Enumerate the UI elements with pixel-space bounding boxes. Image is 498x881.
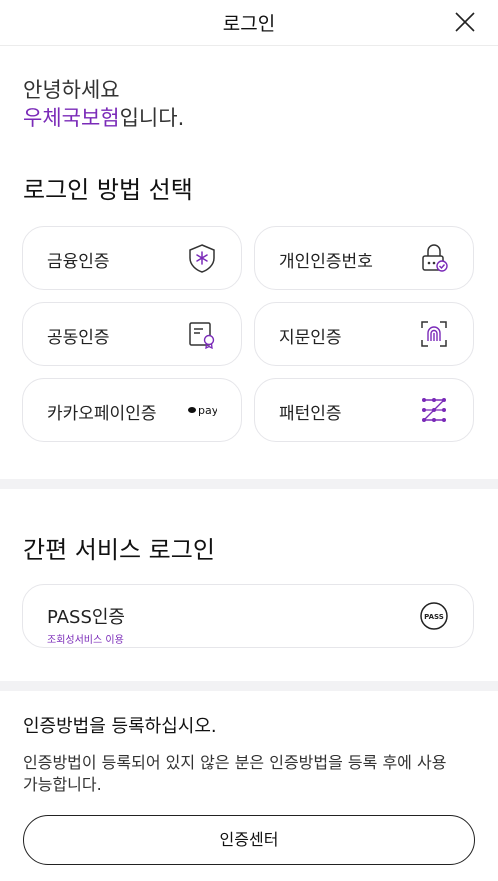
shield-icon <box>187 243 217 273</box>
lock-check-icon <box>419 243 449 273</box>
method-joint-cert[interactable]: 공동인증 <box>22 302 242 366</box>
method-label: 카카오페이인증 <box>47 404 157 424</box>
pass-sub-label: 조회성서비스 이용 <box>47 635 124 646</box>
section-divider <box>0 681 498 691</box>
certificate-icon <box>187 319 217 349</box>
method-label: 패턴인증 <box>279 404 342 424</box>
pass-icon-text: PASS <box>424 613 444 621</box>
greeting-line1: 안녕하세요 <box>23 78 120 102</box>
page-title: 로그인 <box>222 13 276 35</box>
greeting-suffix: 입니다. <box>119 106 185 130</box>
kakaopay-icon: pay <box>187 395 217 425</box>
method-personal-pin[interactable]: 개인인증번호 <box>254 226 474 290</box>
pass-login-button[interactable]: PASS인증 조회성서비스 이용 PASS <box>22 584 474 648</box>
notice-body: 인증방법이 등록되어 있지 않은 분은 인증방법을 등록 후에 사용 가능합니다… <box>23 753 447 794</box>
pass-icon: PASS <box>419 601 449 631</box>
method-label: 공동인증 <box>47 328 110 348</box>
method-fingerprint[interactable]: 지문인증 <box>254 302 474 366</box>
kakaopay-icon-text: pay <box>198 404 217 417</box>
simple-login-title: 간편 서비스 로그인 <box>23 536 215 564</box>
brand-name: 우체국보험 <box>23 106 120 130</box>
method-label: 개인인증번호 <box>279 252 373 272</box>
method-label: 금융인증 <box>47 252 110 272</box>
fingerprint-icon <box>419 319 449 349</box>
method-kakaopay[interactable]: 카카오페이인증 pay <box>22 378 242 442</box>
pattern-icon <box>419 395 449 425</box>
close-icon[interactable] <box>452 9 478 35</box>
pass-label: PASS인증 <box>47 607 125 628</box>
method-label: 지문인증 <box>279 328 342 348</box>
method-pattern[interactable]: 패턴인증 <box>254 378 474 442</box>
method-financial-cert[interactable]: 금융인증 <box>22 226 242 290</box>
greeting-line2: 우체국보험입니다. <box>23 104 184 132</box>
notice-title: 인증방법을 등록하십시오. <box>23 716 217 737</box>
section-divider <box>0 479 498 489</box>
header-bar: 로그인 <box>0 0 498 46</box>
auth-center-button[interactable]: 인증센터 <box>23 815 475 865</box>
login-methods-title: 로그인 방법 선택 <box>23 176 193 204</box>
greeting-text: 안녕하세요 우체국보험입니다. <box>23 76 184 132</box>
